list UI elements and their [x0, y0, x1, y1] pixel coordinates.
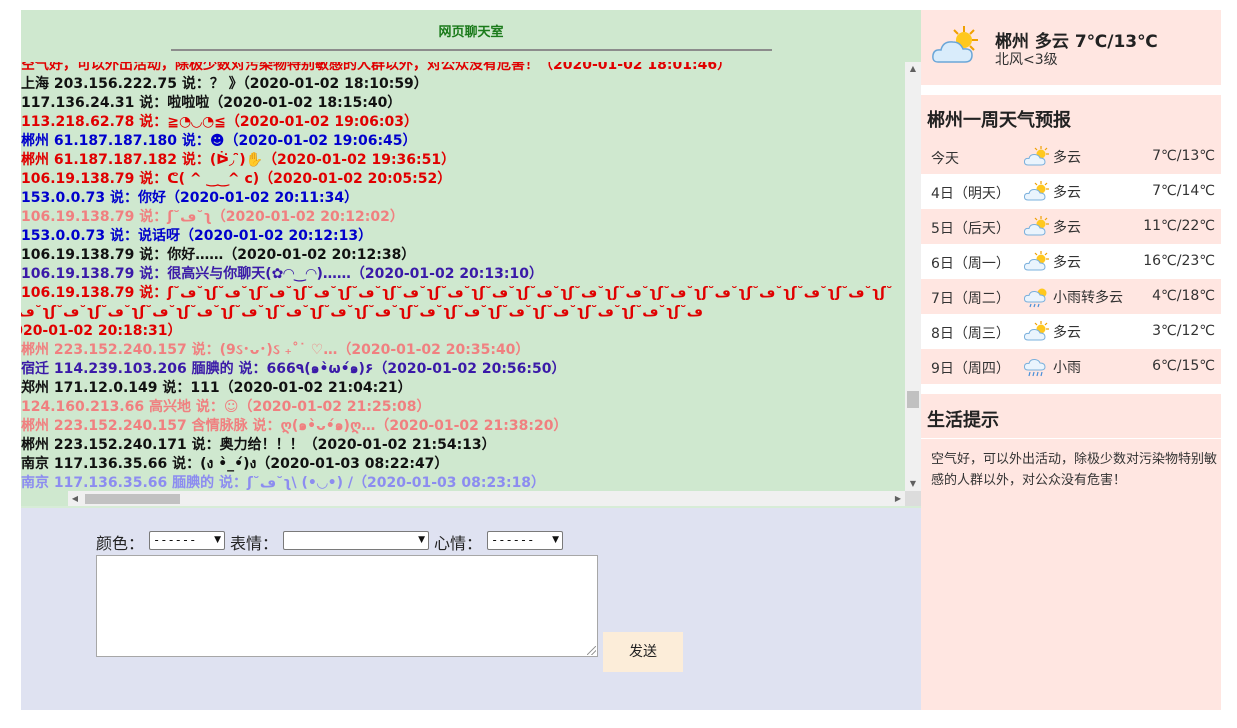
- forecast-row: 9日（周四） 小雨 6℃/15℃: [921, 349, 1221, 384]
- section-divider: [921, 85, 1221, 95]
- horizontal-scroll-thumb[interactable]: [85, 494, 180, 504]
- mood-select-value: ------: [491, 533, 535, 547]
- chevron-down-icon: ▼: [418, 535, 425, 545]
- scroll-down-arrow-icon[interactable]: ▼: [905, 477, 921, 491]
- chat-message: 南京 117.136.35.66 腼腆的 说：ʃ˘ڡ˘ʅ\ (•◡•) /（20…: [21, 475, 546, 491]
- forecast-day: 9日（周四）: [931, 361, 1010, 377]
- resize-grip-icon[interactable]: [587, 646, 596, 655]
- message-textarea[interactable]: [96, 555, 598, 657]
- weather-sidebar: 郴州 多云 7℃/13℃ 北风<3级 郴州一周天气预报 今天 多云 7℃/13℃ 4日…: [921, 10, 1221, 710]
- forecast-temp: 11℃/22℃: [1143, 218, 1215, 234]
- scrollbar-corner: [905, 491, 921, 507]
- forecast-temp: 4℃/18℃: [1152, 288, 1215, 304]
- chat-message: 106.19.138.79 说：ʃ˘ڡ˘ʅ（2020-01-02 20:12:0…: [21, 209, 404, 225]
- horizontal-scrollbar[interactable]: ◀ ▶: [68, 491, 905, 507]
- forecast-condition: 多云: [1053, 255, 1081, 271]
- chat-title: 网页聊天室: [438, 25, 504, 40]
- forecast-temp: 3℃/12℃: [1152, 323, 1215, 339]
- forecast-condition: 多云: [1053, 150, 1081, 166]
- color-select-value: ------: [153, 533, 197, 547]
- chevron-down-icon: ▼: [552, 535, 559, 545]
- emote-select[interactable]: ▼: [283, 531, 429, 550]
- forecast-temp: 6℃/15℃: [1152, 358, 1215, 374]
- chat-message: 113.218.62.78 说：≧◔◡◔≦（2020-01-02 19:06:0…: [21, 114, 418, 130]
- vertical-scrollbar[interactable]: ▲ ▼: [905, 62, 921, 491]
- forecast-temp: 7℃/14℃: [1152, 183, 1215, 199]
- chat-message: 郴州 223.152.240.157 含情脉脉 说：ღ(๑•̀ᴗ•́๑)ღ…（2…: [21, 418, 568, 434]
- forecast-row: 7日（周二） 小雨转多云 4℃/18℃: [921, 279, 1221, 314]
- forecast-day: 8日（周三）: [931, 326, 1010, 342]
- chat-message: 空气好，可以外出活动，除极少数对污染物特别敏感的人群以外，对公众没有危害！（20…: [21, 62, 732, 73]
- chat-message: 106.19.138.79 说：ᕦ( ^ ‿ ͜ ^ c)（2020-01-02…: [21, 171, 452, 187]
- forecast-row: 6日（周一） 多云 16℃/23℃: [921, 244, 1221, 279]
- chat-message: 124.160.213.66 高兴地 说：☺（2020-01-02 21:25:…: [21, 399, 431, 415]
- forecast-day: 今天: [931, 151, 959, 167]
- color-select[interactable]: ------ ▼: [149, 531, 225, 550]
- mood-select[interactable]: ------ ▼: [487, 531, 563, 550]
- chat-message: 106.19.138.79 说：ʃ˘ڡ˘ʅʃ˘ڡ˘ʅʃ˘ڡ˘ʅʃ˘ڡ˘ʅʃ˘ڡ˘…: [21, 285, 893, 339]
- title-divider: [171, 49, 772, 51]
- partly-cloudy-icon: [1023, 250, 1051, 278]
- chat-message: 郴州 223.152.240.171 说：奥力给！！！（2020-01-02 2…: [21, 437, 496, 453]
- forecast-condition: 多云: [1053, 220, 1081, 236]
- emote-label: 表情：: [230, 534, 279, 553]
- chat-message: 153.0.0.73 说：说话呀（2020-01-02 20:12:13）: [21, 228, 373, 244]
- mood-label: 心情：: [434, 534, 483, 553]
- partly-cloudy-icon: [1023, 145, 1051, 173]
- light-rain-icon: [1023, 355, 1051, 383]
- forecast-row: 8日（周三） 多云 3℃/12℃: [921, 314, 1221, 349]
- tips-divider: [921, 438, 1221, 439]
- chevron-down-icon: ▼: [214, 535, 221, 545]
- color-label: 颜色：: [96, 534, 145, 553]
- forecast-row: 4日（明天） 多云 7℃/14℃: [921, 174, 1221, 209]
- partly-cloudy-icon: [1023, 180, 1051, 208]
- chat-panel: 网页聊天室 空气好，可以外出活动，除极少数对污染物特别敏感的人群以外，对公众没有…: [21, 10, 921, 508]
- tips-text: 空气好，可以外出活动，除极少数对污染物特别敏感的人群以外，对公众没有危害！: [931, 452, 1218, 488]
- forecast-day: 6日（周一）: [931, 256, 1010, 272]
- section-divider: [921, 384, 1221, 394]
- scroll-right-arrow-icon[interactable]: ▶: [891, 491, 905, 507]
- tips-title: 生活提示: [927, 410, 999, 431]
- chat-message: 郴州 223.152.240.157 说：(9ઽ･ᴗ･)ઽ ₊˚˙ ♡…（202…: [21, 342, 530, 358]
- chat-message: 宿迁 114.239.103.206 腼腆的 说：666٩(๑•̀ω•́๑)۶（…: [21, 361, 566, 377]
- chat-message: 郴州 61.187.187.180 说：☻（2020-01-02 19:06:4…: [21, 133, 417, 149]
- forecast-row: 5日（后天） 多云 11℃/22℃: [921, 209, 1221, 244]
- scroll-up-arrow-icon[interactable]: ▲: [905, 62, 921, 76]
- chat-message: 106.19.138.79 说：你好……（2020-01-02 20:12:38…: [21, 247, 416, 263]
- forecast-temp: 16℃/23℃: [1143, 253, 1215, 269]
- forecast-condition: 小雨: [1053, 360, 1081, 376]
- message-list[interactable]: 空气好，可以外出活动，除极少数对污染物特别敏感的人群以外，对公众没有危害！（20…: [21, 62, 905, 491]
- forecast-condition: 多云: [1053, 325, 1081, 341]
- forecast-day: 7日（周二）: [931, 291, 1010, 307]
- chat-message: 117.136.24.31 说：啦啦啦（2020-01-02 18:15:40）: [21, 95, 402, 111]
- forecast-table: 今天 多云 7℃/13℃ 4日（明天） 多云 7℃/14℃ 5日（后天） 多云 11℃/22℃ 6…: [921, 139, 1221, 384]
- chat-message: 南京 117.136.35.66 说：(ง •̀_•́)ง（2020-01-03…: [21, 456, 449, 472]
- vertical-scroll-thumb[interactable]: [907, 391, 919, 408]
- forecast-title: 郴州一周天气预报: [927, 110, 1071, 131]
- compose-panel: 颜色： ------ ▼ 表情： ▼ 心情： ------ ▼ 发送: [21, 508, 921, 710]
- forecast-row: 今天 多云 7℃/13℃: [921, 139, 1221, 174]
- partly-cloudy-icon: [1023, 320, 1051, 348]
- today-wind: 北风<3级: [995, 52, 1058, 68]
- chat-message: 上海 203.156.222.75 说：？ 》（2020-01-02 18:10…: [21, 76, 428, 92]
- partly-cloudy-icon: [1023, 215, 1051, 243]
- forecast-condition: 多云: [1053, 185, 1081, 201]
- chat-message: 郑州 171.12.0.149 说：111（2020-01-02 21:04:2…: [21, 380, 412, 396]
- forecast-condition: 小雨转多云: [1053, 290, 1123, 306]
- scroll-left-arrow-icon[interactable]: ◀: [68, 491, 82, 507]
- rain-to-cloudy-icon: [1023, 285, 1051, 313]
- forecast-day: 5日（后天）: [931, 221, 1010, 237]
- chat-message: 106.19.138.79 说：很高兴与你聊天(✿◠‿◠)……（2020-01-…: [21, 266, 543, 282]
- today-weather: 郴州 多云 7℃/13℃ 北风<3级: [921, 10, 1221, 85]
- partly-cloudy-icon: [930, 24, 984, 74]
- chat-message: 153.0.0.73 说：你好（2020-01-02 20:11:34）: [21, 190, 359, 206]
- chat-message: 郴州 61.187.187.182 说：(ᐖ◞ ̑̑)✋（2020-01-02 …: [21, 152, 456, 168]
- forecast-temp: 7℃/13℃: [1152, 148, 1215, 164]
- forecast-day: 4日（明天）: [931, 186, 1010, 202]
- send-button[interactable]: 发送: [603, 632, 683, 672]
